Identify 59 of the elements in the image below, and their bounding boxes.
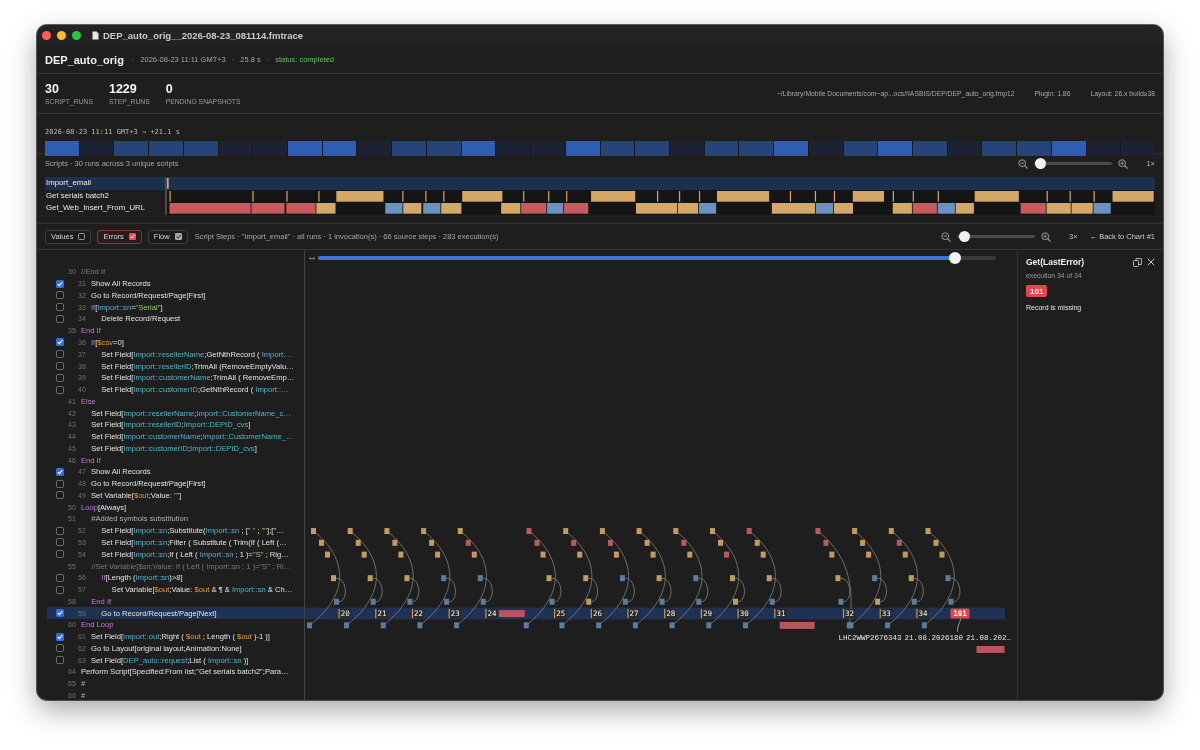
error-bar xyxy=(498,610,525,618)
step-checkbox[interactable] xyxy=(56,573,64,582)
scrubber-thumb[interactable] xyxy=(949,252,962,264)
toggle-checkbox[interactable] xyxy=(78,233,86,240)
step-checkbox[interactable] xyxy=(56,362,64,370)
step-checkbox[interactable] xyxy=(56,279,64,288)
run-segment[interactable] xyxy=(461,141,496,156)
step-checkbox[interactable] xyxy=(56,385,64,394)
zoom-in-icon[interactable] xyxy=(1118,158,1129,169)
run-segment[interactable] xyxy=(322,141,357,156)
step-checkbox[interactable] xyxy=(56,338,64,347)
stat-value: 30 xyxy=(45,81,59,96)
zoom-in-icon[interactable] xyxy=(1041,231,1051,242)
stat-value: 1229 xyxy=(108,81,137,96)
step-checkbox[interactable] xyxy=(56,467,64,476)
run-segment[interactable] xyxy=(183,141,218,156)
run-segment[interactable] xyxy=(426,141,461,156)
run-segment[interactable] xyxy=(114,141,149,156)
zoom-window-button[interactable] xyxy=(72,31,81,40)
step-checkbox[interactable] xyxy=(56,479,64,488)
database-name: DEP_auto_orig xyxy=(45,53,124,66)
error-bar xyxy=(779,621,815,629)
run-segment[interactable] xyxy=(704,141,739,156)
step-checkbox[interactable] xyxy=(56,491,64,500)
step-checkbox[interactable] xyxy=(56,644,64,653)
run-segment[interactable] xyxy=(600,141,635,156)
zoom-out-icon[interactable] xyxy=(1018,158,1029,169)
run-segment[interactable] xyxy=(912,141,947,156)
step-checkbox[interactable] xyxy=(56,609,64,618)
slider-thumb[interactable] xyxy=(958,231,970,242)
run-segment[interactable] xyxy=(565,141,600,156)
minimize-window-button[interactable] xyxy=(57,31,66,40)
window-title: DEP_auto_orig__2026-08-23_081114.fmtrace xyxy=(103,30,304,41)
error-connector xyxy=(957,618,961,633)
close-window-button[interactable] xyxy=(42,31,51,40)
document-icon xyxy=(92,31,99,40)
step-checkbox[interactable] xyxy=(56,291,64,300)
step-checkbox[interactable] xyxy=(56,373,64,382)
error-bar xyxy=(976,645,1005,653)
double-arrow-icon[interactable] xyxy=(309,255,315,261)
slider-thumb[interactable] xyxy=(1035,158,1047,169)
error-code-badge: 101 xyxy=(1026,285,1048,297)
zoom-out-icon[interactable] xyxy=(941,231,951,242)
toggle-checkbox[interactable] xyxy=(174,233,182,240)
step-checkbox[interactable] xyxy=(56,350,64,359)
step-checkbox[interactable] xyxy=(56,303,64,312)
run-segment[interactable] xyxy=(739,141,774,156)
step-checkbox[interactable] xyxy=(56,632,64,641)
run-segment[interactable] xyxy=(843,141,878,156)
step-checkbox[interactable] xyxy=(56,550,64,559)
copy-icon[interactable] xyxy=(1133,257,1142,267)
step-checkbox[interactable] xyxy=(56,526,64,535)
step-checkbox[interactable] xyxy=(56,585,64,594)
step-checkbox[interactable] xyxy=(56,538,64,547)
step-checkbox[interactable] xyxy=(56,314,64,323)
step-checkbox[interactable] xyxy=(56,656,64,665)
close-icon[interactable] xyxy=(1147,258,1155,266)
detail-title: Get(LastError) xyxy=(1026,257,1085,267)
stat-value: 0 xyxy=(165,81,173,96)
